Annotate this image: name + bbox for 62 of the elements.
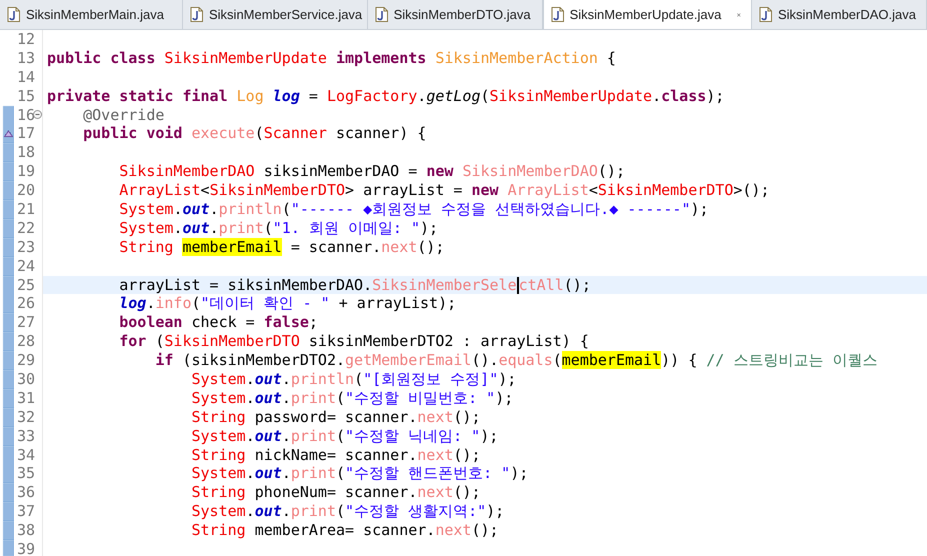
code-line: String phoneNum= scanner.next(); — [190, 483, 482, 502]
java-file-icon — [374, 7, 388, 22]
code-line: System.out.print("수정할 핸드폰번호: "); — [190, 464, 530, 484]
line-number: 39 — [16, 540, 35, 556]
code-line: log.info("데이터 확인 - " + arrayList); — [118, 294, 458, 314]
line-number: 12 — [16, 30, 35, 49]
editor-tab[interactable]: SiksinMemberService.java — [183, 0, 368, 29]
java-file-icon — [759, 7, 772, 22]
code-line: ArrayList<SiksinMemberDTO> arrayList = new ArrayList<SiksinMemberDTO>(); — [118, 181, 770, 200]
code-line: System.out.print("수정할 생활지역:"); — [190, 502, 506, 522]
editor-tab[interactable]: SiksinMemberDTO.java — [368, 0, 543, 29]
line-number: 31 — [16, 388, 35, 408]
line-number: 29 — [16, 351, 35, 370]
code-line: public void execute(Scanner scanner) { — [82, 124, 428, 144]
line-number: 20 — [16, 181, 35, 200]
line-number: 25 — [16, 276, 35, 294]
line-number: 38 — [16, 521, 35, 540]
java-file-icon — [7, 7, 20, 22]
line-number: 22 — [16, 218, 35, 238]
code-line: System.out.println("------ ◆회원정보 수정을 선택하였습니다.◆ ------"); — [118, 200, 710, 219]
line-number: 21 — [16, 200, 35, 219]
line-number: 37 — [16, 502, 35, 522]
line-number: 30 — [16, 370, 35, 389]
code-line: boolean check = false; — [118, 313, 319, 332]
code-line: private static final Log log = LogFactory.getLog(SiksinMemberUpdate.class); — [46, 86, 726, 106]
line-number: 18 — [16, 143, 35, 162]
editor-tab[interactable]: SiksinMemberUpdate.java — [542, 0, 752, 29]
code-line: public class SiksinMemberUpdate implements SiksinMemberAction { — [46, 48, 617, 68]
code-line: for (SiksinMemberDTO siksinMemberDTO2 : arrayList) { — [118, 332, 590, 352]
code-line: SiksinMemberDAO siksinMemberDAO = new SiksinMemberDAO(); — [118, 162, 626, 182]
line-number: 13 — [16, 48, 35, 68]
line-number: 36 — [16, 483, 35, 502]
line-number: 14 — [16, 68, 35, 87]
code-line: String password= scanner.next(); — [190, 408, 482, 427]
line-number: 24 — [16, 256, 35, 276]
line-number: 34 — [16, 446, 35, 464]
code-line: System.out.print("1. 회원 이메일: "); — [118, 218, 440, 238]
code-line: String memberArea= scanner.next(); — [190, 521, 500, 540]
code-line: if (siksinMemberDTO2.getMemberEmail().equals(memberEmail)) { // 스트링비교는 이퀄스 — [154, 351, 878, 370]
line-number: 19 — [16, 162, 35, 182]
triangle-icon — [4, 130, 13, 138]
line-number: 23 — [16, 238, 35, 257]
java-file-icon — [190, 7, 203, 22]
line-number: 26 — [16, 294, 35, 314]
line-number: 15 — [16, 86, 35, 106]
editor-tab[interactable]: SiksinMemberDAO.java — [752, 0, 927, 29]
line-number: 35 — [16, 464, 35, 484]
code-line: System.out.print("수정할 비밀번호: "); — [190, 388, 514, 408]
line-number: 27 — [16, 313, 35, 332]
line-number: 33 — [16, 426, 35, 446]
code-line: String memberEmail = scanner.next(); — [118, 238, 446, 257]
code-line: System.out.println("[회원정보 수정]"); — [190, 370, 518, 389]
line-number: 32 — [16, 408, 35, 427]
code-line: String nickName= scanner.next(); — [190, 446, 482, 464]
collapse-icon[interactable] — [33, 110, 42, 119]
line-number: 17 — [16, 124, 35, 144]
line-number: 28 — [16, 332, 35, 352]
editor-tab[interactable]: SiksinMemberMain.java — [0, 0, 183, 29]
java-file-icon — [550, 7, 564, 22]
code-line: System.out.print("수정할 닉네임: "); — [190, 426, 500, 446]
line-number: 16 — [16, 106, 35, 124]
code-line: @Override — [82, 106, 166, 124]
